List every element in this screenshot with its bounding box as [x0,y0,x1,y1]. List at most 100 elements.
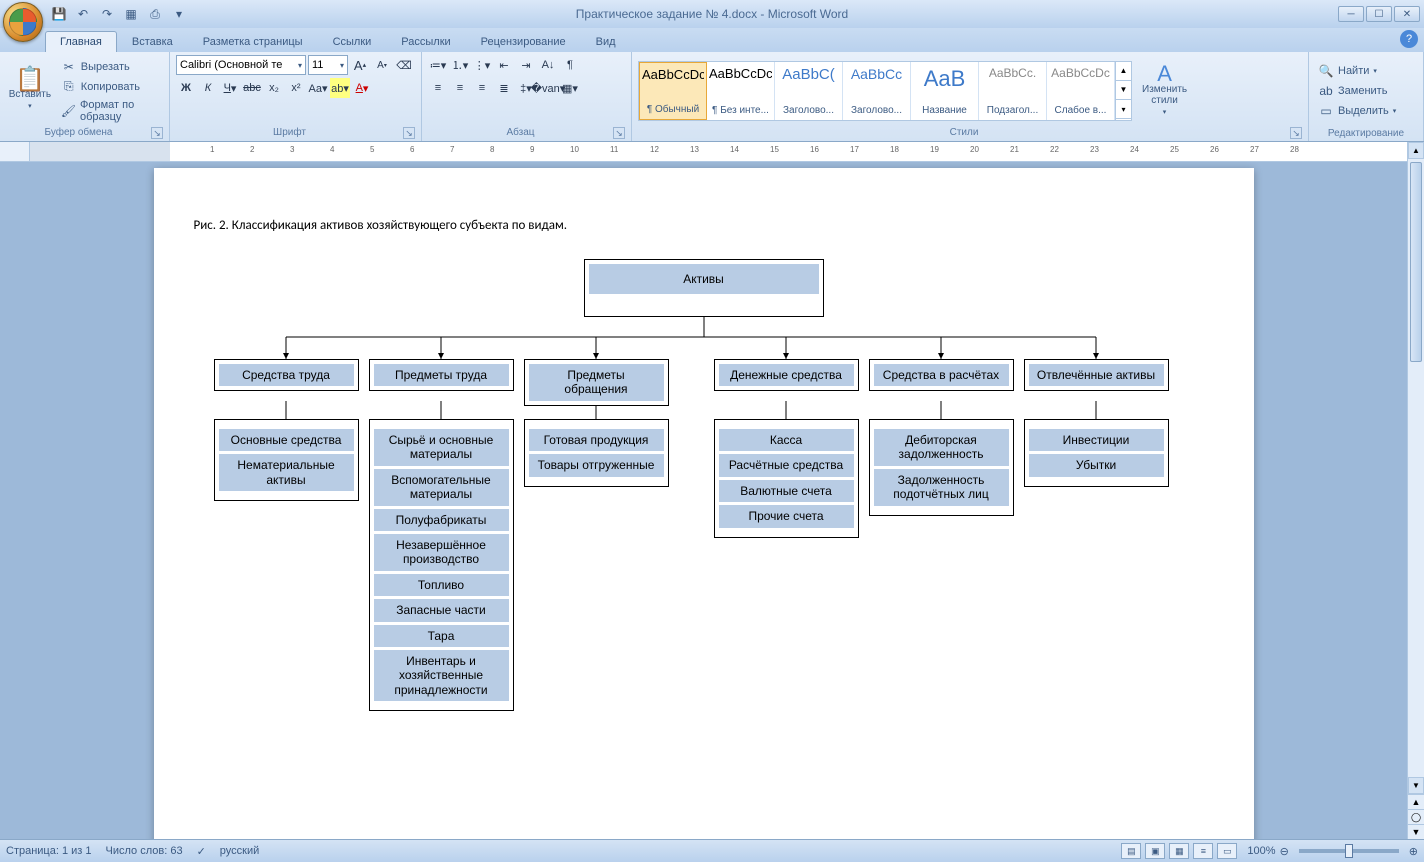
diagram-branch: Средства труда [214,359,359,391]
status-proofing-icon[interactable]: ✓ [197,845,206,858]
qat-print-icon[interactable]: ⎙ [146,5,164,23]
minimize-button[interactable]: ─ [1338,6,1364,22]
tab-рассылки[interactable]: Рассылки [386,31,465,52]
strikethrough-button[interactable]: abc [242,78,262,98]
view-draft-button[interactable]: ▭ [1217,843,1237,859]
styles-gallery: AaBbCcDc¶ ОбычныйAaBbCcDc¶ Без инте...Aa… [638,61,1132,121]
close-button[interactable]: ✕ [1394,6,1420,22]
change-styles-button[interactable]: A Изменить стили ▾ [1136,64,1193,118]
horizontal-ruler[interactable]: 1234567891011121314151617181920212223242… [30,142,1424,161]
copy-label: Копировать [81,81,140,93]
next-page-button[interactable]: ▼ [1408,824,1424,839]
sort-button[interactable]: A↓ [538,55,558,75]
qat-undo-icon[interactable]: ↶ [74,5,92,23]
clear-formatting-button[interactable]: ⌫ [394,55,414,75]
align-left-button[interactable]: ≡ [428,78,448,98]
status-words[interactable]: Число слов: 63 [106,845,183,857]
qat-redo-icon[interactable]: ↷ [98,5,116,23]
scroll-down-button[interactable]: ▼ [1408,777,1424,794]
scroll-thumb[interactable] [1410,162,1422,362]
tab-ссылки[interactable]: Ссылки [318,31,387,52]
align-center-button[interactable]: ≡ [450,78,470,98]
browse-object-button[interactable]: ◯ [1408,809,1424,824]
bold-button[interactable]: Ж [176,78,196,98]
qat-customize-icon[interactable]: ▾ [170,5,188,23]
tab-разметка-страницы[interactable]: Разметка страницы [188,31,318,52]
style-item[interactable]: AaBbCc. Подзагол... [979,62,1047,120]
tab-главная[interactable]: Главная [45,31,117,52]
paragraph-dialog-launcher[interactable]: ↘ [613,127,625,139]
select-button[interactable]: ▭Выделить▾ [1315,102,1399,120]
font-color-button[interactable]: A▾ [352,78,372,98]
styles-row-down[interactable]: ▼ [1116,81,1131,100]
multilevel-button[interactable]: ⋮▾ [472,55,492,75]
style-item[interactable]: AaBНазвание [911,62,979,120]
vertical-scrollbar[interactable]: ▲ ▼ ▲ ◯ ▼ [1407,142,1424,839]
cut-button[interactable]: ✂Вырезать [58,58,163,76]
scroll-up-button[interactable]: ▲ [1408,142,1424,159]
copy-button[interactable]: ⎘Копировать [58,78,163,96]
font-name-combo[interactable]: Calibri (Основной те▾ [176,55,306,75]
change-styles-label: Изменить стили [1142,84,1187,106]
bullets-button[interactable]: ≔▾ [428,55,448,75]
underline-button[interactable]: Ч▾ [220,78,240,98]
align-right-button[interactable]: ≡ [472,78,492,98]
numbering-button[interactable]: ⒈▾ [450,55,470,75]
show-marks-button[interactable]: ¶ [560,55,580,75]
highlight-button[interactable]: ab▾ [330,78,350,98]
decrease-indent-button[interactable]: ⇤ [494,55,514,75]
style-item[interactable]: AaBbCcDc¶ Обычный [639,62,707,120]
view-print-layout-button[interactable]: ▤ [1121,843,1141,859]
borders-button[interactable]: ▦▾ [560,78,580,98]
change-case-button[interactable]: Aa▾ [308,78,328,98]
maximize-button[interactable]: ☐ [1366,6,1392,22]
document-area[interactable]: Рис. 2. Классификация активов хозяйствую… [0,162,1407,839]
prev-page-button[interactable]: ▲ [1408,794,1424,809]
style-item[interactable]: AaBbCcDcСлабое в... [1047,62,1115,120]
replace-button[interactable]: abЗаменить [1315,82,1399,100]
font-size-combo[interactable]: 11▾ [308,55,348,75]
italic-button[interactable]: К [198,78,218,98]
view-outline-button[interactable]: ≡ [1193,843,1213,859]
shading-button[interactable]: �van▾ [538,78,558,98]
style-name: Подзагол... [981,105,1044,116]
format-painter-button[interactable]: 🖌Формат по образцу [58,98,163,124]
help-icon[interactable]: ? [1400,30,1418,48]
increase-indent-button[interactable]: ⇥ [516,55,536,75]
tab-вид[interactable]: Вид [581,31,631,52]
styles-more[interactable]: ▾ [1116,100,1131,119]
qat-save-icon[interactable]: 💾 [50,5,68,23]
editing-group-label: Редактирование [1328,128,1404,139]
font-dialog-launcher[interactable]: ↘ [403,127,415,139]
view-web-button[interactable]: ▦ [1169,843,1189,859]
find-label: Найти [1338,65,1369,77]
status-page[interactable]: Страница: 1 из 1 [6,845,92,857]
zoom-slider[interactable] [1299,849,1399,853]
style-preview: AaBbCc. [981,66,1044,80]
zoom-slider-thumb[interactable] [1345,844,1353,858]
styles-dialog-launcher[interactable]: ↘ [1290,127,1302,139]
tab-вставка[interactable]: Вставка [117,31,188,52]
style-item[interactable]: AaBbC(Заголово... [775,62,843,120]
justify-button[interactable]: ≣ [494,78,514,98]
clipboard-dialog-launcher[interactable]: ↘ [151,127,163,139]
grow-font-button[interactable]: A▴ [350,55,370,75]
qat-new-icon[interactable]: ▦ [122,5,140,23]
superscript-button[interactable]: x² [286,78,306,98]
zoom-in-button[interactable]: ⊕ [1409,845,1418,858]
tab-рецензирование[interactable]: Рецензирование [466,31,581,52]
styles-group-label: Стили [950,127,979,138]
status-language[interactable]: русский [220,845,259,857]
view-full-screen-button[interactable]: ▣ [1145,843,1165,859]
shrink-font-button[interactable]: A▾ [372,55,392,75]
subscript-button[interactable]: x₂ [264,78,284,98]
style-item[interactable]: AaBbCcDc¶ Без инте... [707,62,775,120]
zoom-out-button[interactable]: ⊖ [1280,845,1289,858]
office-button[interactable] [3,2,43,42]
styles-row-up[interactable]: ▲ [1116,62,1131,81]
paste-button[interactable]: 📋 Вставить ▾ [6,69,54,112]
find-button[interactable]: 🔍Найти▾ [1315,62,1399,80]
zoom-level[interactable]: 100% [1247,845,1275,857]
style-name: Слабое в... [1049,105,1112,116]
style-item[interactable]: AaBbCcЗаголово... [843,62,911,120]
